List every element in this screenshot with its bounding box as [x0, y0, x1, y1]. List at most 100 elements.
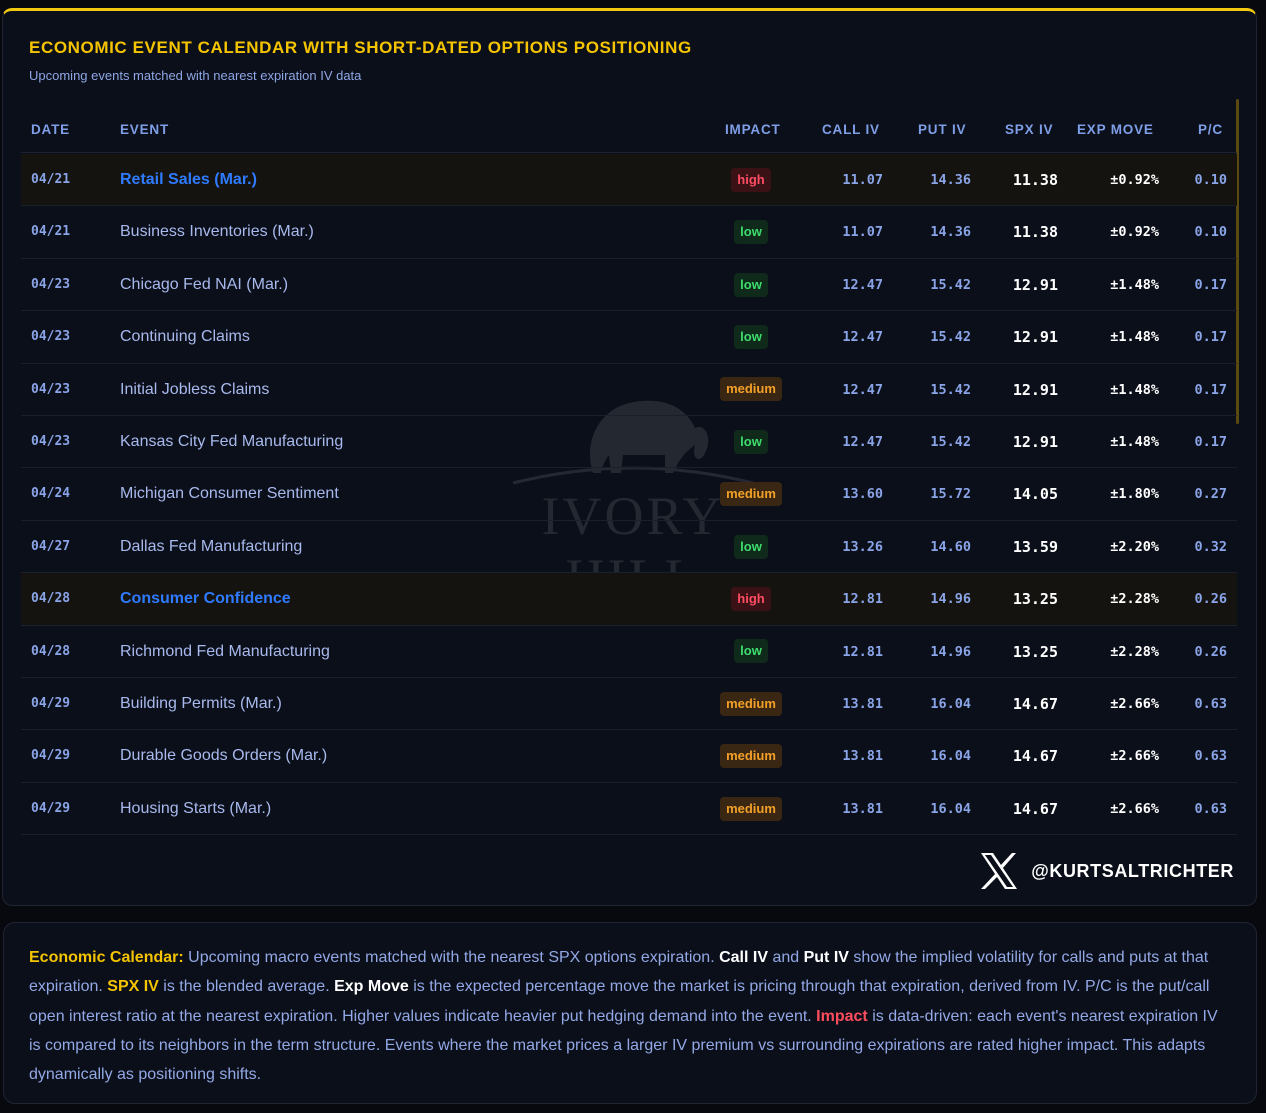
col-spx-iv[interactable]: SPX IV — [1005, 122, 1053, 137]
note-text: and — [768, 949, 804, 966]
note-text: is the blended average. — [158, 978, 335, 996]
row-date: 04/28 — [31, 643, 71, 659]
row-exp-move: ±2.66% — [1110, 696, 1159, 712]
row-call-iv: 13.81 — [842, 800, 883, 817]
row-pc: 0.63 — [1194, 696, 1227, 712]
col-event[interactable]: EVENT — [120, 122, 169, 137]
social-handle[interactable]: @KURTSALTRICHTER — [979, 851, 1234, 891]
table-row[interactable]: 04/23 Continuing Claims low 12.47 15.42 12.91… — [21, 311, 1237, 364]
row-date: 04/28 — [31, 591, 71, 607]
impact-badge: low — [734, 429, 768, 454]
row-exp-move: ±1.48% — [1110, 276, 1159, 293]
row-impact: low — [711, 521, 791, 573]
row-exp-move: ±1.48% — [1110, 434, 1159, 450]
row-spx-iv: 14.05 — [1012, 485, 1058, 504]
row-spx-iv: 12.91 — [1012, 380, 1058, 399]
row-impact: medium — [711, 783, 791, 835]
col-pc[interactable]: P/C — [1198, 122, 1223, 137]
row-call-iv: 12.47 — [842, 329, 883, 346]
events-table: DATE EVENT IMPACT CALL IV PUT IV SPX IV … — [21, 103, 1237, 836]
table-row[interactable]: 04/21 Business Inventories (Mar.) low 11.07… — [21, 206, 1237, 259]
table-row[interactable]: 04/28 Consumer Confidence high 12.81 14.96 13… — [21, 573, 1237, 626]
row-event: Building Permits (Mar.) — [120, 695, 282, 712]
impact-badge: low — [734, 324, 768, 349]
row-exp-move: ±1.80% — [1110, 486, 1159, 503]
note-label-calendar: Economic Calendar: — [29, 949, 184, 966]
table-row[interactable]: 04/28 Richmond Fed Manufacturing low 12.81 1… — [21, 626, 1237, 678]
col-exp-move[interactable]: EXP MOVE — [1077, 122, 1154, 137]
x-logo-icon — [981, 853, 1018, 889]
row-call-iv: 13.26 — [842, 538, 883, 555]
table-row[interactable]: 04/24 Michigan Consumer Sentiment medium 13… — [21, 468, 1237, 521]
page-subtitle: Upcoming events matched with nearest exp… — [29, 68, 362, 83]
row-put-iv: 14.60 — [930, 538, 971, 555]
row-pc: 0.17 — [1194, 381, 1227, 398]
row-pc: 0.10 — [1194, 172, 1227, 188]
row-put-iv: 15.42 — [930, 434, 971, 450]
impact-badge: low — [734, 220, 768, 245]
row-spx-iv: 12.91 — [1012, 275, 1058, 294]
row-call-iv: 11.07 — [842, 224, 883, 241]
row-event: Richmond Fed Manufacturing — [120, 642, 330, 660]
row-event[interactable]: Consumer Confidence — [120, 573, 291, 625]
row-event: Housing Starts (Mar.) — [120, 799, 272, 817]
note-label-impact: Impact — [816, 1007, 868, 1025]
col-impact[interactable]: IMPACT — [725, 122, 781, 137]
row-call-iv: 13.81 — [842, 748, 883, 765]
row-date: 04/24 — [31, 486, 71, 502]
table-row[interactable]: 04/23 Kansas City Fed Manufacturing low 12.… — [21, 416, 1237, 469]
row-impact: medium — [711, 364, 791, 416]
row-pc: 0.17 — [1194, 434, 1227, 450]
row-spx-iv: 12.91 — [1012, 433, 1058, 451]
row-pc: 0.32 — [1194, 538, 1227, 555]
row-put-iv: 15.42 — [930, 276, 971, 293]
impact-badge: medium — [720, 691, 782, 716]
row-exp-move: ±0.92% — [1110, 172, 1159, 188]
row-put-iv: 14.36 — [930, 172, 971, 188]
calendar-card: ECONOMIC EVENT CALENDAR WITH SHORT-DATED… — [2, 8, 1257, 906]
table-row[interactable]: 04/21 Retail Sales (Mar.) high 11.07 14.36 11… — [21, 154, 1237, 207]
row-put-iv: 14.96 — [930, 591, 971, 608]
row-call-iv: 12.47 — [842, 276, 883, 293]
row-impact: high — [711, 573, 791, 625]
col-put-iv[interactable]: PUT IV — [918, 122, 966, 137]
row-spx-iv: 14.67 — [1012, 747, 1058, 766]
row-spx-iv: 11.38 — [1012, 171, 1058, 189]
row-pc: 0.63 — [1194, 800, 1227, 817]
row-spx-iv: 13.25 — [1012, 590, 1058, 609]
row-call-iv: 12.81 — [842, 591, 883, 608]
row-event[interactable]: Retail Sales (Mar.) — [120, 154, 257, 206]
row-call-iv: 12.47 — [842, 434, 883, 450]
row-spx-iv: 11.38 — [1012, 223, 1058, 242]
impact-badge: medium — [720, 377, 782, 402]
row-exp-move: ±2.28% — [1110, 643, 1159, 660]
note-label-call-iv: Call IV — [719, 949, 768, 966]
row-pc: 0.27 — [1194, 486, 1227, 503]
row-spx-iv: 14.67 — [1012, 695, 1058, 713]
row-event: Dallas Fed Manufacturing — [120, 537, 303, 555]
row-event: Durable Goods Orders (Mar.) — [120, 747, 328, 765]
row-call-iv: 11.07 — [842, 172, 883, 188]
table-row[interactable]: 04/27 Dallas Fed Manufacturing low 13.26 14.… — [21, 521, 1237, 574]
row-date: 04/29 — [31, 800, 71, 816]
table-row[interactable]: 04/23 Chicago Fed NAI (Mar.) low 12.47 15.42… — [21, 259, 1237, 312]
table-row[interactable]: 04/23 Initial Jobless Claims medium 12.47 15… — [21, 364, 1237, 416]
col-date[interactable]: DATE — [31, 122, 70, 137]
note-label-spx-iv: SPX IV — [107, 978, 159, 996]
row-exp-move: ±2.20% — [1110, 538, 1159, 555]
impact-badge: high — [731, 167, 771, 192]
row-date: 04/29 — [31, 696, 71, 711]
table-row[interactable]: 04/29 Durable Goods Orders (Mar.) medium 13… — [21, 730, 1237, 783]
table-row[interactable]: 04/29 Building Permits (Mar.) medium 13.81 1… — [21, 678, 1237, 731]
row-exp-move: ±0.92% — [1110, 224, 1159, 241]
row-impact: low — [711, 259, 791, 311]
table-row[interactable]: 04/29 Housing Starts (Mar.) medium 13.81 16.… — [21, 783, 1237, 836]
row-event: Michigan Consumer Sentiment — [120, 485, 339, 503]
row-impact: medium — [711, 468, 791, 520]
row-pc: 0.26 — [1194, 643, 1227, 660]
row-put-iv: 16.04 — [930, 800, 971, 817]
row-pc: 0.17 — [1194, 276, 1227, 293]
col-call-iv[interactable]: CALL IV — [822, 122, 880, 137]
row-date: 04/23 — [31, 381, 71, 397]
page-title: ECONOMIC EVENT CALENDAR WITH SHORT-DATED… — [29, 38, 692, 57]
